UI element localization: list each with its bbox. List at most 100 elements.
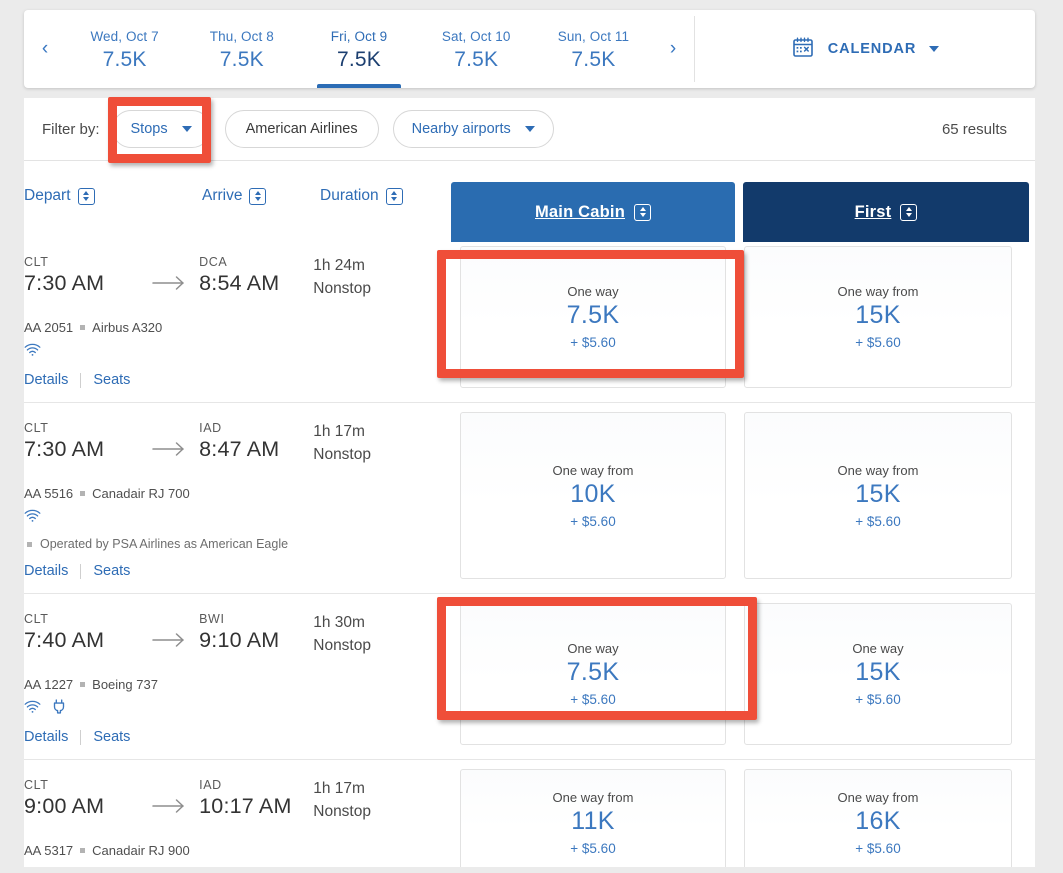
fare-card-first[interactable]: One way 15K + $5.60 (744, 603, 1012, 745)
sort-depart-button[interactable]: Depart (24, 187, 95, 205)
fare-card-first[interactable]: One way from 15K + $5.60 (744, 246, 1012, 388)
date-tab-4[interactable]: Sun, Oct 11 7.5K (535, 10, 652, 88)
wifi-icon (24, 700, 41, 718)
fare-cell-main-cabin: One way 7.5K + $5.60 (451, 594, 735, 759)
flight-results-page: ‹ Wed, Oct 7 7.5K Thu, Oct 8 7.5K Fri, Oct 9… (0, 0, 1063, 873)
calendar-label: CALENDAR (827, 41, 917, 57)
divider (80, 563, 82, 579)
fare-card-first[interactable]: One way from 16K + $5.60 (744, 769, 1012, 867)
sort-arrive-label: Arrive (202, 187, 243, 204)
flight-stops: Nonstop (313, 446, 371, 463)
details-link[interactable]: Details (24, 563, 68, 579)
results-column-headers: Depart Arrive Duration Main Cabin First (24, 161, 1035, 242)
flight-direction-arrow-icon (138, 255, 199, 291)
next-dates-button[interactable]: › (652, 10, 694, 88)
fare-tax: + $5.60 (855, 513, 901, 529)
flight-info: CLT 7:30 AM DCA 8:54 AM 1h 24m Nonstop AA 2051… (24, 237, 451, 402)
flight-row: CLT 9:00 AM IAD 10:17 AM 1h 17m Nonstop AA 531… (24, 759, 1035, 867)
seats-link[interactable]: Seats (93, 729, 130, 745)
fare-tax: + $5.60 (570, 692, 616, 707)
details-link[interactable]: Details (24, 729, 68, 745)
fare-card-main-cabin[interactable]: One way from 11K + $5.60 (460, 769, 726, 867)
fare-card-first[interactable]: One way from 15K + $5.60 (744, 412, 1012, 579)
flight-meta: AA 5516 Canadair RJ 700 (24, 486, 451, 501)
flight-meta: AA 1227 Boeing 737 (24, 677, 451, 692)
duration-block: 1h 30m Nonstop (313, 612, 451, 655)
fare-card-main-cabin[interactable]: One way 7.5K + $5.60 (460, 246, 726, 388)
depart-block: CLT 9:00 AM (24, 778, 138, 819)
flight-info: CLT 7:30 AM IAD 8:47 AM 1h 17m Nonstop AA 5516… (24, 403, 451, 593)
results-count: 65 results (941, 120, 1007, 138)
date-tab-0[interactable]: Wed, Oct 7 7.5K (66, 10, 183, 88)
sort-arrows-icon (249, 187, 267, 205)
sort-arrows-icon (634, 203, 651, 221)
flight-stops: Nonstop (313, 803, 371, 820)
fare-tax: + $5.60 (570, 335, 616, 350)
date-tab-1[interactable]: Thu, Oct 8 7.5K (183, 10, 300, 88)
chevron-down-icon (524, 126, 535, 132)
fare-label: One way (567, 284, 619, 299)
depart-time: 9:00 AM (24, 794, 105, 818)
prev-dates-button[interactable]: ‹ (24, 10, 66, 88)
seats-link[interactable]: Seats (93, 372, 130, 388)
calendar-icon (791, 35, 815, 64)
amenities (24, 699, 451, 718)
filter-chip-stops[interactable]: Stops (111, 110, 211, 148)
date-tab-label: Fri, Oct 9 (330, 28, 388, 44)
fare-cells: One way from 11K + $5.60 One way from 16K + $… (451, 760, 1035, 867)
arrive-time: 8:47 AM (199, 437, 280, 461)
row-links: Details Seats (24, 372, 451, 388)
aircraft-type: Airbus A320 (92, 320, 163, 335)
flight-stops: Nonstop (313, 637, 371, 654)
fare-price: 15K (855, 479, 901, 508)
filter-chip-american-airlines[interactable]: American Airlines (224, 110, 379, 148)
first-label: First (854, 202, 892, 221)
fare-cell-first: One way 15K + $5.60 (735, 594, 1021, 759)
date-tab-3[interactable]: Sat, Oct 10 7.5K (418, 10, 535, 88)
arrive-airport-code: IAD (199, 421, 222, 435)
flight-duration: 1h 17m (313, 780, 365, 797)
fare-price: 7.5K (566, 658, 620, 686)
fare-tax: + $5.60 (570, 841, 616, 856)
fare-cell-first: One way from 15K + $5.60 (735, 403, 1021, 593)
date-tab-2[interactable]: Fri, Oct 9 7.5K (300, 10, 417, 88)
arrive-time: 10:17 AM (199, 794, 292, 818)
details-link[interactable]: Details (24, 372, 68, 388)
sort-duration-button[interactable]: Duration (320, 187, 403, 205)
bullet-icon (80, 682, 86, 687)
arrive-airport-code: IAD (199, 778, 222, 792)
flight-row: CLT 7:30 AM IAD 8:47 AM 1h 17m Nonstop AA 5516… (24, 402, 1035, 593)
fare-label: One way from (837, 790, 919, 805)
main-cabin-label: Main Cabin (534, 202, 625, 221)
date-price-strip: ‹ Wed, Oct 7 7.5K Thu, Oct 8 7.5K Fri, Oct 9… (24, 10, 1035, 88)
fare-card-main-cabin[interactable]: One way 7.5K + $5.60 (460, 603, 726, 745)
fare-price: 7.5K (566, 301, 620, 329)
bullet-icon (80, 491, 86, 496)
column-header-main-cabin[interactable]: Main Cabin (451, 182, 735, 242)
chevron-down-icon (929, 46, 940, 52)
filter-chip-label: American Airlines (245, 121, 358, 137)
calendar-button[interactable]: CALENDAR (695, 10, 1035, 88)
filter-chip-nearby-airports[interactable]: Nearby airports (392, 110, 554, 148)
column-header-first[interactable]: First (743, 182, 1029, 242)
fare-price: 10K (570, 479, 616, 508)
arrive-airport-code: BWI (199, 612, 225, 626)
filter-chip-label: Nearby airports (411, 121, 511, 137)
date-tab-label: Wed, Oct 7 (90, 28, 159, 44)
date-tab-price: 7.5K (454, 47, 499, 71)
sort-arrows-icon (900, 203, 918, 221)
sort-arrive-button[interactable]: Arrive (202, 187, 267, 205)
flight-direction-arrow-icon (138, 421, 199, 457)
flight-direction-arrow-icon (138, 778, 199, 814)
fare-card-main-cabin[interactable]: One way from 10K + $5.60 (460, 412, 726, 579)
flight-stops: Nonstop (313, 280, 371, 297)
fare-cells: One way 7.5K + $5.60 One way 15K + $5.60 (451, 594, 1035, 759)
flight-direction-arrow-icon (138, 612, 199, 648)
flight-number: AA 2051 (24, 320, 74, 335)
aircraft-type: Canadair RJ 900 (92, 843, 190, 858)
fare-price: 16K (855, 807, 901, 835)
flight-duration: 1h 30m (313, 614, 365, 631)
row-links: Details Seats (24, 729, 451, 745)
flight-number: AA 5516 (24, 486, 74, 501)
seats-link[interactable]: Seats (93, 563, 130, 579)
